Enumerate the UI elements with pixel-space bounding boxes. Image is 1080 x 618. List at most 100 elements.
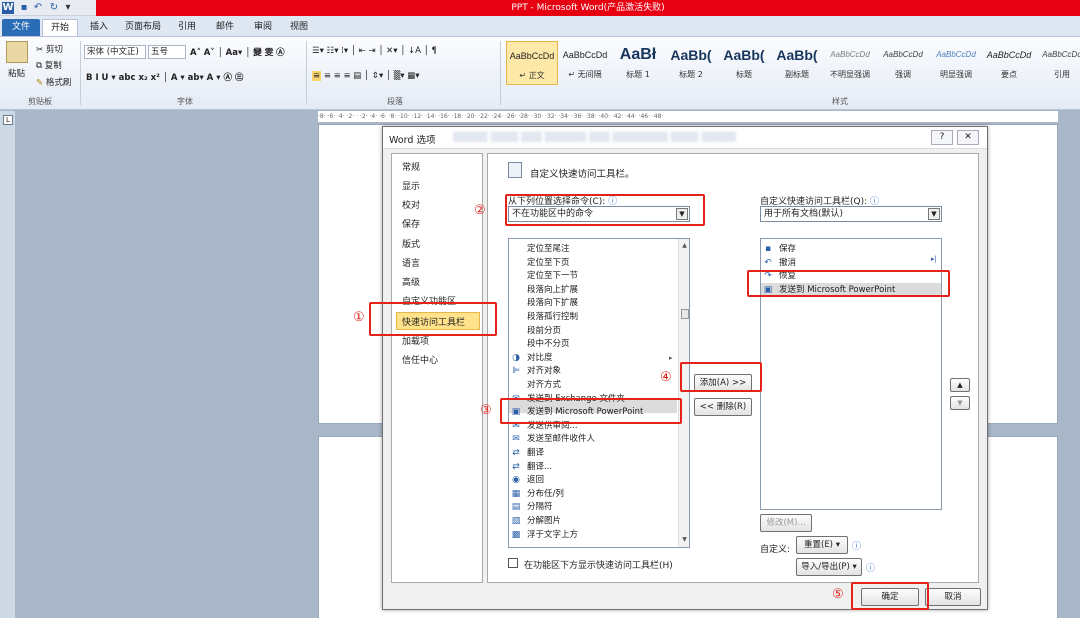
command-list-item[interactable]: ⊫ 对齐对象 <box>512 365 562 378</box>
list-buttons[interactable]: ☰▾ ☷▾ ⁞▾ │ ⇤ ⇥ │ ✕▾ │ ↓A │ ¶ <box>312 46 437 56</box>
cut-button[interactable]: ✂ 剪切 <box>36 43 63 55</box>
command-label: 定位至下一节 <box>527 271 579 282</box>
vertical-ruler: L <box>0 111 16 618</box>
font-format-buttons[interactable]: B I U ▾ abc x₂ x² │ A ▾ ab▾ A ▾ Ⓐ ㊂ <box>86 71 243 83</box>
cancel-button[interactable]: 取消 <box>925 588 981 606</box>
remove-button[interactable]: << 删除(R) <box>694 398 752 416</box>
nav-item[interactable]: 保存 <box>402 217 420 230</box>
tab-home[interactable]: 开始 <box>42 19 78 36</box>
style-item[interactable]: AaBb(标题 2 <box>665 41 717 85</box>
command-label: 对齐对象 <box>527 366 562 377</box>
redo-icon[interactable]: ↻ <box>48 2 60 14</box>
command-list-item[interactable]: ▤ 分隔符 <box>512 501 553 514</box>
nav-item[interactable]: 校对 <box>402 198 420 211</box>
commands-scrollbar[interactable]: ▲ ▼ <box>678 239 689 547</box>
customize-qat-dropdown[interactable]: 用于所有文档(默认) ▼ <box>760 206 942 222</box>
commands-listbox[interactable]: 定位至尾注 定位至下页 定位至下一节 段落向上扩展 段落向下扩展 段落孤行控制 段前分页 段中… <box>508 238 690 548</box>
style-item[interactable]: AaBbCcDd 不明显强调 <box>824 41 876 85</box>
style-item[interactable]: AaBbCcDd ↵ 无间隔 <box>559 41 611 85</box>
style-item[interactable]: AaBbCcDd ↵ 正文 <box>506 41 558 85</box>
style-item[interactable]: AaBbCcDd 引用 <box>1036 41 1080 85</box>
tab-mailings[interactable]: 邮件 <box>210 19 240 36</box>
nav-item[interactable]: 显示 <box>402 179 420 192</box>
command-list-item[interactable]: ◉ 返回 <box>512 474 544 487</box>
font-name-select[interactable]: 宋体 (中文正) <box>84 45 146 59</box>
nav-item[interactable]: 语言 <box>402 256 420 269</box>
scroll-down-icon[interactable]: ▼ <box>680 535 689 545</box>
command-list-item[interactable]: ▩ 浮于文字上方 <box>512 529 579 542</box>
scroll-up-icon[interactable]: ▲ <box>680 241 689 251</box>
command-label: 对比度 <box>527 352 553 363</box>
tab-references[interactable]: 引用 <box>172 19 202 36</box>
command-list-item[interactable]: 段落向下扩展 <box>527 297 578 310</box>
style-item[interactable]: AaBbCcDd 明显强调 <box>930 41 982 85</box>
command-list-item[interactable]: 定位至下一节 <box>527 270 578 283</box>
tab-view[interactable]: 视图 <box>284 19 314 36</box>
chevron-down-icon[interactable]: ▾ <box>62 2 74 14</box>
qat-list-item[interactable]: ▪ 保存 <box>765 243 796 256</box>
horizontal-ruler: ·8· ·6· ·4· ·2· · ·2· ·4· ·6· ·8· ·10· ·… <box>318 111 1058 123</box>
alignment-buttons[interactable]: ≡ ≡ ≡ ≡ ▤ │ ⇕▾ │ ▒▾ ▦▾ <box>312 71 420 81</box>
paste-button[interactable]: 粘贴 <box>8 67 25 79</box>
command-icon: ⇄ <box>512 448 520 458</box>
styles-group-label: 样式 <box>832 97 848 106</box>
divider <box>500 41 501 105</box>
command-list-item[interactable]: ▧ 分解图片 <box>512 515 562 528</box>
style-name: 强调 <box>895 70 911 79</box>
nav-item[interactable]: 常规 <box>402 160 420 173</box>
style-item[interactable]: AaBb(标题 <box>718 41 770 85</box>
show-below-ribbon-checkbox[interactable] <box>508 558 518 568</box>
command-list-item[interactable]: ▦ 分布任/列 <box>512 488 564 501</box>
format-painter-button[interactable]: ✎ 格式刷 <box>36 76 71 88</box>
style-item[interactable]: AaBbCcDd 强调 <box>877 41 929 85</box>
command-list-item[interactable]: 段中不分页 <box>527 338 570 351</box>
command-list-item[interactable]: 定位至下页 <box>527 257 570 270</box>
command-icon: ▩ <box>511 529 521 540</box>
command-label: 浮于文字上方 <box>527 529 579 540</box>
tab-review[interactable]: 审阅 <box>248 19 278 36</box>
command-icon: ⊫ <box>512 366 520 377</box>
move-up-button[interactable]: ▲ <box>950 378 970 392</box>
tab-page-layout[interactable]: 页面布局 <box>120 19 166 36</box>
command-list-item[interactable]: ✉ 发送至邮件收件人 <box>512 433 595 446</box>
style-preview: AaBbCcDd <box>830 50 870 59</box>
nav-item[interactable]: 信任中心 <box>402 353 438 366</box>
clipboard-icon[interactable] <box>6 41 28 63</box>
word-app-icon[interactable]: W <box>2 2 14 14</box>
copy-button[interactable]: ⧉ 复制 <box>36 59 62 71</box>
command-list-item[interactable]: ⇄ 翻译... <box>512 461 552 474</box>
tab-file[interactable]: 文件 <box>2 19 40 36</box>
modify-button[interactable]: 修改(M)... <box>760 514 812 532</box>
save-icon[interactable]: ▪ <box>18 2 30 14</box>
command-list-item[interactable]: 段落孤行控制 <box>527 311 578 324</box>
command-list-item[interactable]: ⇄ 翻译 <box>512 447 544 460</box>
undo-icon[interactable]: ↶ <box>32 2 44 14</box>
qat-list-item[interactable]: ↶ 撤消 <box>764 257 796 270</box>
tab-stop-icon[interactable]: L <box>3 115 13 125</box>
command-list-item[interactable]: 定位至尾注 <box>527 243 570 256</box>
command-label: 分解图片 <box>527 516 562 526</box>
command-list-item[interactable]: 对齐方式 <box>527 379 561 392</box>
style-item[interactable]: AaBł 标题 1 <box>612 41 664 85</box>
command-list-item[interactable]: ◑ 对比度 ▸ <box>512 352 672 365</box>
command-icon: ◉ <box>512 475 520 486</box>
style-item[interactable]: AaBb(副标题 <box>771 41 823 85</box>
font-size-buttons[interactable]: A˄ A˅ │ Aa▾ │ 變 雯 Ⓐ <box>190 46 285 58</box>
reset-button[interactable]: 重置(E) ▾ <box>796 536 848 554</box>
command-list-item[interactable]: 段前分页 <box>527 325 561 338</box>
tab-insert[interactable]: 插入 <box>84 19 114 36</box>
nav-item[interactable]: 高级 <box>402 275 420 288</box>
command-label: 段落向上扩展 <box>527 284 579 295</box>
move-down-button[interactable]: ▼ <box>950 396 970 410</box>
scroll-thumb[interactable] <box>681 309 689 319</box>
nav-item[interactable]: 版式 <box>402 237 420 250</box>
style-preview: AaBb( <box>723 47 765 63</box>
command-icon: ✉ <box>512 434 520 445</box>
font-size-select[interactable]: 五号 <box>148 45 186 59</box>
style-preview: AaBbCcDd <box>986 50 1032 60</box>
close-button[interactable]: ✕ <box>957 130 979 145</box>
style-item[interactable]: AaBbCcDd 要点 <box>983 41 1035 85</box>
command-list-item[interactable]: 段落向上扩展 <box>527 284 578 297</box>
import-export-button[interactable]: 导入/导出(P) ▾ <box>796 558 862 576</box>
help-button[interactable]: ? <box>931 130 953 145</box>
